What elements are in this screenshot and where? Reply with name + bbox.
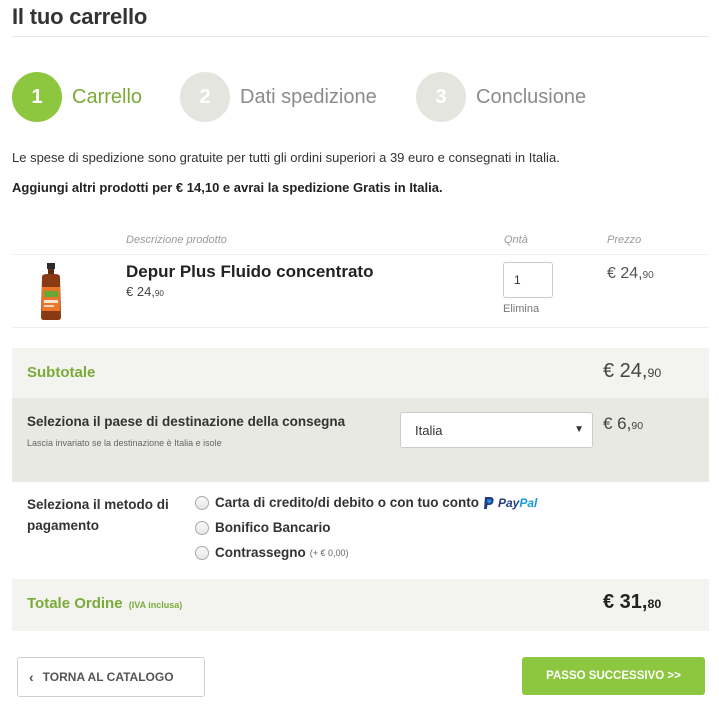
step-shipping[interactable]: 2 Dati spedizione xyxy=(180,72,377,122)
destination-note: Lascia invariato se la destinazione è It… xyxy=(27,438,222,448)
subtotal-value: € 24,90 xyxy=(603,360,662,382)
step-label: Carrello xyxy=(72,85,143,108)
payment-label: Seleziona il metodo di pagamento xyxy=(27,497,169,533)
column-header-qty: Qntà xyxy=(504,234,528,246)
total-value: € 31,80 xyxy=(603,591,662,613)
product-unit-price: € 24,90 xyxy=(126,284,164,299)
vat-note: (IVA inclusa) xyxy=(128,600,183,610)
product-bottle-image[interactable] xyxy=(38,263,64,321)
payment-option-extra: (+ € 0,00) xyxy=(309,547,349,558)
back-to-catalog-button[interactable]: ‹ TORNA AL CATALOGO xyxy=(17,657,205,697)
step-number: 1 xyxy=(12,72,62,122)
payment-section: Seleziona il metodo di pagamento Carta d… xyxy=(12,482,709,579)
next-step-button[interactable]: PASSO SUCCESSIVO >> xyxy=(522,657,705,695)
payment-option-card[interactable]: Carta di credito/di debito o con tuo con… xyxy=(195,495,537,510)
payment-option-cash-on-delivery[interactable]: Contrassegno (+ € 0,00) xyxy=(195,545,349,560)
step-cart[interactable]: 1 Carrello xyxy=(12,72,142,122)
radio-button[interactable] xyxy=(195,495,209,510)
destination-label: Seleziona il paese di destinazione della… xyxy=(27,414,346,429)
subtotal-section: Subtotale € 24,90 xyxy=(12,348,709,398)
quantity-input[interactable] xyxy=(503,262,553,298)
paypal-logo-icon: Pay Pal xyxy=(483,496,537,510)
payment-option-label: Contrassegno xyxy=(215,545,306,560)
row-price: € 24,90 xyxy=(607,265,654,282)
shipping-note: Le spese di spedizione sono gratuite per… xyxy=(12,150,560,165)
back-button-label: TORNA AL CATALOGO xyxy=(42,670,174,684)
step-number: 3 xyxy=(416,72,466,122)
radio-button[interactable] xyxy=(195,545,209,560)
remove-link[interactable]: Elimina xyxy=(503,303,539,315)
total-section: Totale Ordine (IVA inclusa) € 31,80 xyxy=(12,579,709,631)
payment-option-label: Carta di credito/di debito o con tuo con… xyxy=(215,495,479,510)
column-header-price: Prezzo xyxy=(607,234,642,246)
step-number: 2 xyxy=(180,72,230,122)
subtotal-label: Subtotale xyxy=(27,364,96,381)
total-label: Totale Ordine (IVA inclusa) xyxy=(27,595,183,612)
product-name[interactable]: Depur Plus Fluido concentrato xyxy=(126,262,373,282)
radio-button[interactable] xyxy=(195,520,209,535)
title-divider xyxy=(12,36,709,37)
page-title: Il tuo carrello xyxy=(12,4,148,29)
chevron-left-icon: ‹ xyxy=(29,669,34,685)
payment-option-bank-transfer[interactable]: Bonifico Bancario xyxy=(195,520,331,535)
destination-section: Seleziona il paese di destinazione della… xyxy=(12,398,709,482)
destination-selected-value: Italia xyxy=(415,422,443,438)
column-header-description: Descrizione prodotto xyxy=(126,234,227,246)
free-shipping-hint: Aggiungi altri prodotti per € 14,10 e av… xyxy=(12,180,443,195)
cart-row: Depur Plus Fluido concentrato € 24,90 El… xyxy=(12,254,709,328)
checkout-steps: 1 Carrello 2 Dati spedizione 3 Conclusio… xyxy=(12,72,712,122)
step-label: Dati spedizione xyxy=(240,85,377,108)
payment-option-label: Bonifico Bancario xyxy=(215,520,331,535)
shipping-cost: € 6,90 xyxy=(603,414,644,433)
step-conclusion[interactable]: 3 Conclusione xyxy=(416,72,586,122)
dropdown-arrow-icon: ▼ xyxy=(574,424,584,435)
destination-select[interactable]: Italia ▼ xyxy=(400,412,593,448)
step-label: Conclusione xyxy=(476,85,587,108)
